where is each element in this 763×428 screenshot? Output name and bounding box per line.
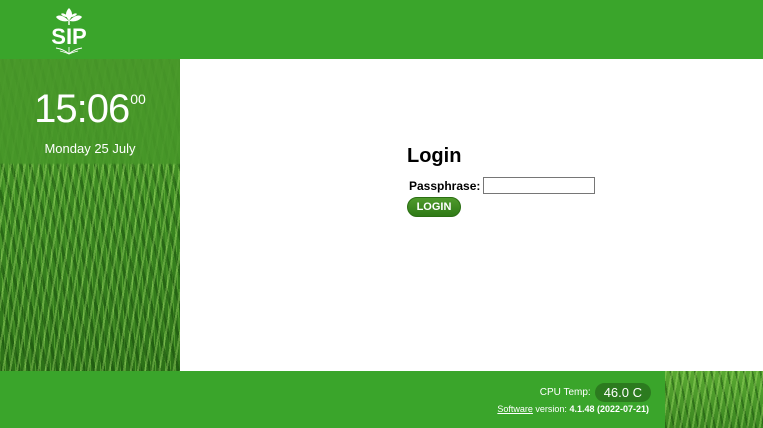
footer-bar: CPU Temp: 46.0 C Software version: 4.1.4…	[0, 371, 763, 428]
passphrase-row: Passphrase:	[409, 177, 596, 194]
software-version: Software version: 4.1.48 (2022-07-21)	[497, 404, 649, 414]
version-value: 4.1.48 (2022-07-21)	[569, 404, 649, 414]
login-form: Login Passphrase: LOGIN	[407, 145, 596, 217]
sprout-logo-icon: SIP	[51, 8, 87, 55]
cpu-temp-label: CPU Temp:	[539, 387, 591, 398]
header-bar: SIP	[0, 0, 763, 59]
cpu-temp: CPU Temp: 46.0 C	[540, 383, 651, 402]
software-link[interactable]: Software	[497, 404, 533, 414]
cpu-temp-badge: 46.0 C	[594, 383, 651, 402]
clock-time: 15:06	[34, 87, 130, 131]
logo-text: SIP	[51, 24, 86, 49]
passphrase-label: Passphrase:	[409, 178, 481, 193]
passphrase-input[interactable]	[483, 177, 596, 194]
sip-logo[interactable]: SIP	[44, 4, 94, 56]
footer-grass-image	[665, 371, 763, 428]
clock: 15:0600	[0, 87, 180, 132]
login-title: Login	[407, 145, 462, 167]
login-button[interactable]: LOGIN	[407, 197, 461, 217]
sidebar-clock-panel: 15:0600 Monday 25 July	[0, 59, 180, 371]
clock-date: Monday 25 July	[44, 141, 136, 156]
clock-seconds: 00	[130, 91, 146, 107]
version-label: version:	[532, 404, 570, 414]
